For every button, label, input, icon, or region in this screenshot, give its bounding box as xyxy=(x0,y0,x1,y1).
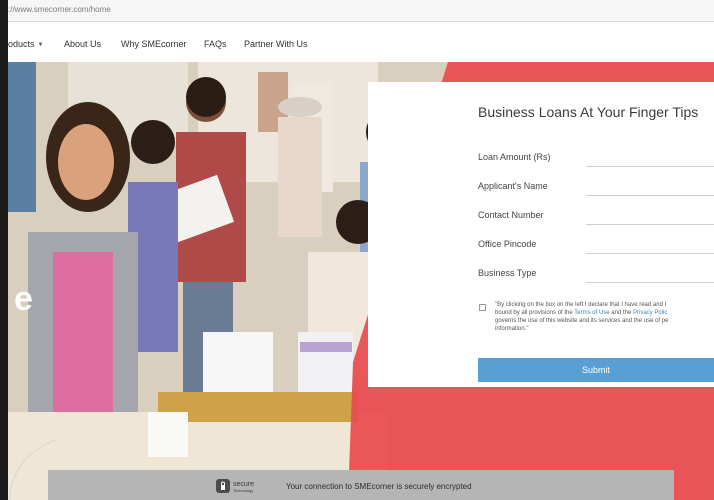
nav-item-products[interactable]: oducts ▼ xyxy=(8,39,43,49)
nav-item-partner[interactable]: Partner With Us xyxy=(244,39,308,49)
nav-item-faqs[interactable]: FAQs xyxy=(204,39,227,49)
hero-banner: e Business Loans At Your Finger Tips Loa… xyxy=(8,62,714,500)
loan-amount-label: Loan Amount (Rs) xyxy=(478,152,551,162)
hero-heading-partial: e xyxy=(14,280,33,318)
svg-text:Technology: Technology xyxy=(233,488,253,493)
office-pincode-label: Office Pincode xyxy=(478,239,537,249)
loan-form: Business Loans At Your Finger Tips Loan … xyxy=(368,82,714,387)
privacy-policy-link[interactable]: Privacy Polic xyxy=(633,310,667,316)
consent-text: "By clicking on the box on the left I de… xyxy=(495,302,669,332)
applicant-name-input[interactable] xyxy=(586,195,714,196)
url-text[interactable]: ://www.smecorner.com/home xyxy=(8,5,111,14)
browser-frame: ://www.smecorner.com/home oducts ▼ About … xyxy=(8,0,714,500)
address-bar[interactable]: ://www.smecorner.com/home xyxy=(8,0,714,22)
secure-technology-badge: secure Technology xyxy=(216,479,254,493)
top-nav: oducts ▼ About Us Why SMEcorner FAQs Part… xyxy=(8,22,714,62)
submit-button[interactable]: Submit xyxy=(478,358,714,382)
secure-connection-banner: secure Technology Your connection to SME… xyxy=(48,470,674,500)
office-pincode-input[interactable] xyxy=(586,253,714,254)
business-type-select[interactable] xyxy=(586,282,714,283)
nav-item-about-us[interactable]: About Us xyxy=(64,39,101,49)
business-type-label: Business Type xyxy=(478,268,537,278)
nav-item-why-smecorner[interactable]: Why SMEcorner xyxy=(121,39,187,49)
svg-text:secure: secure xyxy=(233,481,254,488)
contact-number-input[interactable] xyxy=(586,224,714,225)
terms-of-use-link[interactable]: Terms of Use xyxy=(574,310,609,316)
applicant-name-label: Applicant's Name xyxy=(478,181,548,191)
form-title: Business Loans At Your Finger Tips xyxy=(478,104,699,120)
chevron-down-icon: ▼ xyxy=(37,41,44,48)
loan-amount-input[interactable] xyxy=(586,166,714,167)
decorative-arc xyxy=(9,439,56,500)
consent-checkbox[interactable] xyxy=(479,304,486,311)
secure-connection-text: Your connection to SMEcorner is securely… xyxy=(286,482,472,491)
contact-number-label: Contact Number xyxy=(478,210,544,220)
